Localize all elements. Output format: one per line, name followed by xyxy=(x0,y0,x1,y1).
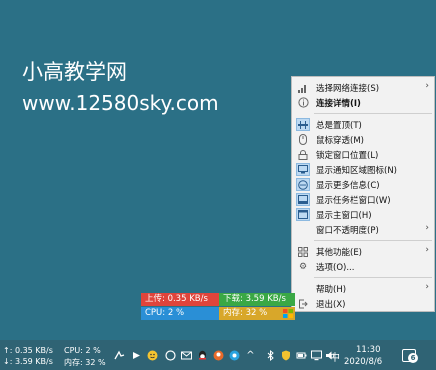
menu-item-help[interactable]: 帮助(H) › xyxy=(292,281,435,296)
download-speed: 下载: 3.59 KB/s xyxy=(219,293,295,306)
user-app-icon[interactable] xyxy=(213,350,224,361)
bluetooth-icon[interactable] xyxy=(265,349,276,362)
chevron-up-icon[interactable]: ^ xyxy=(245,350,256,361)
ime-indicator[interactable]: 中 xyxy=(330,349,340,364)
tray-icon xyxy=(296,163,310,176)
clock-date[interactable]: 2020/8/6 xyxy=(344,357,382,367)
menu-item-label: 退出(X) xyxy=(316,300,346,310)
windows-logo-icon xyxy=(283,309,293,318)
menu-item-label: 显示更多信息(C) xyxy=(316,181,380,191)
menu-item-label: 显示任务栏窗口(W) xyxy=(316,196,391,206)
taskbar-window-icon xyxy=(296,193,310,206)
menu-item-other-functions[interactable]: 其他功能(E) › xyxy=(292,244,435,259)
menu-item-label: 窗口不透明度(P) xyxy=(316,226,379,236)
menu-item-label: 显示主窗口(H) xyxy=(316,211,372,221)
menu-item-connection-details[interactable]: 连接详情(I) xyxy=(292,95,435,110)
menu-item-show-tray-icon[interactable]: 显示通知区域图标(N) xyxy=(292,162,435,177)
menu-item-label: 锁定窗口位置(L) xyxy=(316,151,379,161)
lock-icon xyxy=(296,148,310,161)
menu-item-select-network[interactable]: 选择网络连接(S) › xyxy=(292,80,435,95)
menu-item-options[interactable]: ⚙ 选项(O)... xyxy=(292,259,435,274)
cpu-usage: CPU: 2 % xyxy=(141,307,219,320)
arrow-app-icon[interactable] xyxy=(131,350,142,361)
gear-icon: ⚙ xyxy=(298,261,308,272)
menu-item-label: 帮助(H) xyxy=(316,285,347,295)
menu-item-label: 显示通知区域图标(N) xyxy=(316,166,397,176)
grid-icon xyxy=(296,245,310,258)
taskbar-down-speed[interactable]: ↓: 3.59 KB/s xyxy=(3,357,53,366)
menu-item-lock-position[interactable]: 锁定窗口位置(L) xyxy=(292,147,435,162)
menu-item-label: 选项(O)... xyxy=(316,263,355,273)
context-menu: 选择网络连接(S) › 连接详情(I) 总是置顶(T) 鼠标穿透(M) 锁定窗口… xyxy=(291,76,435,312)
chevron-right-icon: › xyxy=(425,245,429,255)
menu-item-exit[interactable]: 退出(X) xyxy=(292,296,435,311)
taskbar-memory[interactable]: 内存: 32 % xyxy=(64,357,106,368)
menu-item-label: 总是置顶(T) xyxy=(316,121,362,131)
menu-item-label: 鼠标穿透(M) xyxy=(316,136,364,146)
signal-icon xyxy=(296,81,310,94)
power-icon[interactable] xyxy=(296,350,307,361)
menu-item-label: 其他功能(E) xyxy=(316,248,363,258)
mail-app-icon[interactable] xyxy=(181,350,192,361)
menu-item-always-on-top[interactable]: 总是置顶(T) xyxy=(292,117,435,132)
security-shield-icon[interactable] xyxy=(280,350,291,361)
notification-count-badge: 6 xyxy=(408,353,418,363)
qq-app-icon[interactable] xyxy=(197,350,208,361)
taskbar-up-speed[interactable]: ↑: 0.35 KB/s xyxy=(3,346,53,355)
clock-time[interactable]: 11:30 xyxy=(356,345,381,355)
chevron-right-icon: › xyxy=(425,81,429,91)
main-window-icon xyxy=(296,208,310,221)
cursor-app-icon[interactable] xyxy=(114,350,125,361)
menu-separator xyxy=(314,277,432,278)
menu-item-mouse-through[interactable]: 鼠标穿透(M) xyxy=(292,132,435,147)
menu-item-show-taskbar-window[interactable]: 显示任务栏窗口(W) xyxy=(292,192,435,207)
more-info-icon xyxy=(296,178,310,191)
menu-item-show-more-info[interactable]: 显示更多信息(C) xyxy=(292,177,435,192)
menu-item-show-main-window[interactable]: 显示主窗口(H) xyxy=(292,207,435,222)
network-monitor-icon[interactable] xyxy=(311,350,322,361)
chevron-right-icon: › xyxy=(425,282,429,292)
pin-icon xyxy=(296,118,310,131)
circle-app-icon[interactable] xyxy=(165,350,176,361)
watermark-title: 小高教学网 xyxy=(22,60,127,84)
menu-item-window-opacity[interactable]: 窗口不透明度(P) › xyxy=(292,222,435,237)
bubble-app-icon[interactable] xyxy=(229,350,240,361)
info-icon xyxy=(296,96,310,109)
menu-separator xyxy=(314,113,432,114)
taskbar-cpu[interactable]: CPU: 2 % xyxy=(64,346,101,355)
menu-item-label: 连接详情(I) xyxy=(316,99,361,109)
exit-icon xyxy=(296,297,310,310)
mouse-icon xyxy=(296,133,310,146)
watermark-url: www.12580sky.com xyxy=(22,91,219,115)
menu-separator xyxy=(314,240,432,241)
smiley-app-icon[interactable] xyxy=(147,350,158,361)
menu-item-label: 选择网络连接(S) xyxy=(316,84,380,94)
chevron-right-icon: › xyxy=(425,223,429,233)
upload-speed: 上传: 0.35 KB/s xyxy=(141,293,219,306)
